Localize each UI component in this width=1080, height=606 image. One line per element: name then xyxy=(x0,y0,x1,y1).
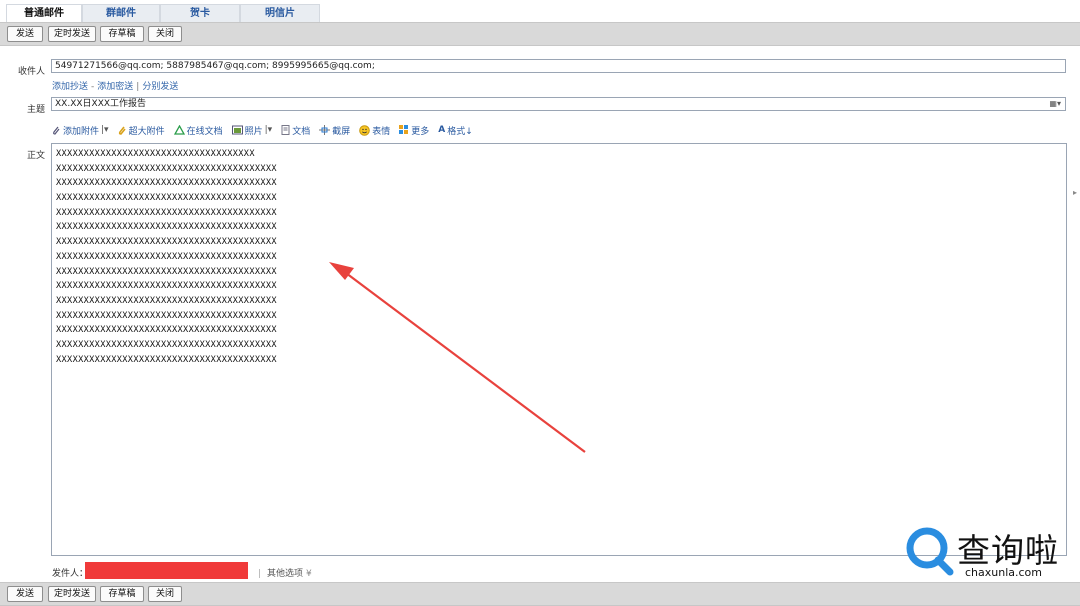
send-button[interactable]: 发送 xyxy=(7,586,43,602)
body-line: XXXXXXXXXXXXXXXXXXXXXXXXXXXXXXXXXXXXXXXX xyxy=(56,193,277,204)
document-icon xyxy=(281,125,290,135)
format-toolbar: 添加附件 |▾ 超大附件 在线文档 照片 |▾ 文档 截屏 表情 更多 A 格式… xyxy=(52,123,482,137)
photo-label: 照片 xyxy=(244,126,263,137)
watermark: 查询啦 chaxunla.com xyxy=(903,522,1073,584)
tab-normal-mail[interactable]: 普通邮件 xyxy=(6,4,82,22)
watermark-brand: 查询啦 xyxy=(957,531,1059,570)
sender-label: 发件人： xyxy=(52,569,89,579)
more-apps-icon xyxy=(399,125,409,134)
body-content: XXXXXXXXXXXXXXXXXXXXXXXXXXXXXXXXXXXX XXX… xyxy=(52,144,1066,367)
recipient-label: 收件人 xyxy=(17,67,45,77)
body-line: XXXXXXXXXXXXXXXXXXXXXXXXXXXXXXXXXXXXXXXX xyxy=(56,222,277,233)
link-separator: | xyxy=(136,82,140,92)
sender-separator: | xyxy=(258,569,262,579)
separate-send-link[interactable]: 分别发送 xyxy=(142,82,178,92)
bottom-toolbar: 发送 定时发送 存草稿 关闭 xyxy=(0,582,1080,606)
emoji-button[interactable]: 表情 xyxy=(359,123,390,137)
photo-button[interactable]: 照片 |▾ xyxy=(231,123,273,137)
body-line: XXXXXXXXXXXXXXXXXXXXXXXXXXXXXXXXXXXXXXXX xyxy=(56,354,277,365)
save-draft-button[interactable]: 存草稿 xyxy=(100,586,144,602)
body-line: XXXXXXXXXXXXXXXXXXXXXXXXXXXXXXXXXXXXXXXX xyxy=(56,310,277,321)
triangle-drive-icon xyxy=(173,125,185,135)
top-toolbar: 发送 定时发送 存草稿 关闭 xyxy=(0,22,1080,46)
screenshot-label: 截屏 xyxy=(332,126,351,137)
body-line: XXXXXXXXXXXXXXXXXXXXXXXXXXXXXXXXXXXXXXXX xyxy=(56,295,277,306)
add-attachment-label: 添加附件 xyxy=(63,126,100,137)
double-chevron-down-icon: ¥ xyxy=(305,569,312,579)
subject-text: XX.XX日XXX工作报告 xyxy=(55,99,147,109)
tab-group-mail[interactable]: 群邮件 xyxy=(82,4,160,22)
send-button[interactable]: 发送 xyxy=(7,26,43,42)
more-label: 更多 xyxy=(411,126,430,137)
format-label: 格式↓ xyxy=(447,126,473,137)
subject-label: 主题 xyxy=(26,105,45,115)
recipient-input[interactable]: 54971271566@qq.com; 5887985467@qq.com; 8… xyxy=(51,59,1066,73)
large-attachment-button[interactable]: 超大附件 xyxy=(118,123,165,137)
more-button[interactable]: 更多 xyxy=(399,123,429,137)
close-button[interactable]: 关闭 xyxy=(148,26,182,42)
scheduled-send-button[interactable]: 定时发送 xyxy=(48,26,96,42)
screenshot-button[interactable]: 截屏 xyxy=(319,123,350,137)
other-options-label: 其他选项 xyxy=(267,569,304,579)
large-attachment-label: 超大附件 xyxy=(128,126,165,137)
body-line: XXXXXXXXXXXXXXXXXXXXXXXXXXXXXXXXXXXXXXXX xyxy=(56,163,277,174)
scissors-icon xyxy=(319,125,331,135)
paperclip-icon xyxy=(53,126,60,135)
body-line: XXXXXXXXXXXXXXXXXXXXXXXXXXXXXXXXXXXXXXXX xyxy=(56,339,277,350)
save-draft-button[interactable]: 存草稿 xyxy=(100,26,144,42)
compose-type-tabs: 普通邮件 群邮件 贺卡 明信片 xyxy=(0,0,1080,22)
tab-greeting-card[interactable]: 贺卡 xyxy=(160,4,240,22)
other-options[interactable]: | 其他选项 ¥ xyxy=(258,566,312,579)
close-button[interactable]: 关闭 xyxy=(148,586,182,602)
body-line: XXXXXXXXXXXXXXXXXXXXXXXXXXXXXXXXXXXXXXXX xyxy=(56,266,277,277)
format-button[interactable]: A 格式↓ xyxy=(438,123,473,137)
side-panel-expand-icon[interactable]: ▸ xyxy=(1073,188,1077,197)
document-button[interactable]: 文档 xyxy=(281,123,310,137)
add-bcc-link[interactable]: 添加密送 xyxy=(97,82,133,92)
font-a-icon: A xyxy=(438,125,446,135)
emoji-label: 表情 xyxy=(372,126,391,137)
body-editor[interactable]: XXXXXXXXXXXXXXXXXXXXXXXXXXXXXXXXXXXX XXX… xyxy=(51,143,1067,556)
link-separator: - xyxy=(91,82,95,92)
scheduled-send-button[interactable]: 定时发送 xyxy=(48,586,96,602)
online-doc-label: 在线文档 xyxy=(186,126,223,137)
tab-postcard[interactable]: 明信片 xyxy=(240,4,320,22)
document-label: 文档 xyxy=(292,126,311,137)
body-line: XXXXXXXXXXXXXXXXXXXXXXXXXXXXXXXXXXXXXXXX xyxy=(56,207,277,218)
body-line: XXXXXXXXXXXXXXXXXXXXXXXXXXXXXXXXXXXXXXXX xyxy=(56,237,277,248)
chevron-down-icon[interactable]: |▾ xyxy=(101,125,109,135)
body-line: XXXXXXXXXXXXXXXXXXXXXXXXXXXXXXXXXXXXXXXX xyxy=(56,281,277,292)
subject-input[interactable]: XX.XX日XXX工作报告 ▦▾ xyxy=(51,97,1066,111)
photo-icon xyxy=(231,125,243,135)
magnifier-logo-icon xyxy=(906,527,954,576)
large-paperclip-icon xyxy=(118,126,126,135)
recipient-links: 添加抄送 - 添加密送 | 分别发送 xyxy=(52,79,178,92)
smiley-icon xyxy=(359,124,371,136)
body-line: XXXXXXXXXXXXXXXXXXXXXXXXXXXXXXXXXXXXXXXX xyxy=(56,178,277,189)
add-attachment-button[interactable]: 添加附件 |▾ xyxy=(52,123,109,137)
body-label: 正文 xyxy=(26,151,45,161)
body-line: XXXXXXXXXXXXXXXXXXXXXXXXXXXXXXXXXXXXXXXX xyxy=(56,251,277,262)
body-line: XXXXXXXXXXXXXXXXXXXXXXXXXXXXXXXXXXXXXXXX xyxy=(56,325,277,336)
sender-redaction[interactable] xyxy=(85,562,248,579)
chevron-down-icon[interactable]: |▾ xyxy=(265,125,273,135)
add-cc-link[interactable]: 添加抄送 xyxy=(52,82,88,92)
watermark-url: chaxunla.com xyxy=(965,566,1042,579)
grid-icon[interactable]: ▦▾ xyxy=(1049,98,1061,110)
online-doc-button[interactable]: 在线文档 xyxy=(173,123,223,137)
body-line: XXXXXXXXXXXXXXXXXXXXXXXXXXXXXXXXXXXX xyxy=(56,149,255,159)
